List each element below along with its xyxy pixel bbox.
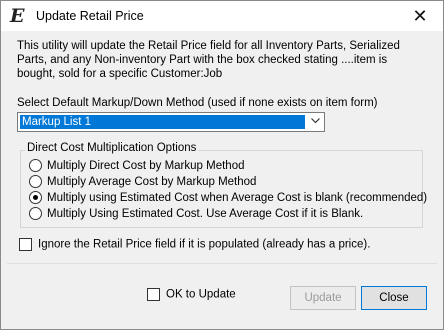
update-button[interactable]: Update [290, 286, 356, 310]
radio-button-icon[interactable] [29, 175, 42, 189]
title-bar: E Update Retail Price ✕ [1, 1, 443, 31]
radio-label: Multiply Direct Cost by Markup Method [47, 160, 245, 172]
radio-button-selected-icon[interactable] [29, 191, 42, 205]
app-logo-icon: E [10, 5, 25, 27]
description-text: This utility will update the Retail Pric… [17, 40, 400, 80]
ok-to-update-checkbox-row[interactable]: OK to Update [147, 288, 236, 301]
radio-button-icon[interactable] [29, 159, 42, 173]
ok-to-update-label: OK to Update [166, 288, 236, 301]
divider [7, 263, 437, 264]
ignore-retail-price-label: Ignore the Retail Price field if it is p… [38, 238, 371, 251]
radio-button-icon[interactable] [29, 207, 42, 221]
checkbox-icon[interactable] [19, 238, 32, 251]
ignore-retail-price-checkbox-row[interactable]: Ignore the Retail Price field if it is p… [19, 238, 370, 251]
radio-label: Multiply Average Cost by Markup Method [47, 176, 257, 188]
radio-label: Multiply Using Estimated Cost. Use Avera… [47, 208, 364, 220]
markup-method-selected: Markup List 1 [20, 115, 305, 129]
chevron-down-icon[interactable] [308, 114, 323, 129]
checkbox-icon[interactable] [147, 288, 160, 301]
markup-method-dropdown[interactable]: Markup List 1 [17, 112, 325, 132]
radio-estimated-use-average[interactable]: Multiply Using Estimated Cost. Use Avera… [29, 207, 363, 221]
radio-label: Multiply using Estimated Cost when Avera… [47, 192, 428, 204]
close-button[interactable]: Close [361, 286, 427, 310]
window-title: Update Retail Price [36, 9, 144, 23]
cost-options-group-title: Direct Cost Multiplication Options [25, 142, 199, 154]
radio-estimated-when-average-blank[interactable]: Multiply using Estimated Cost when Avera… [29, 191, 427, 205]
radio-multiply-average-cost[interactable]: Multiply Average Cost by Markup Method [29, 175, 256, 189]
radio-multiply-direct-cost[interactable]: Multiply Direct Cost by Markup Method [29, 159, 244, 173]
close-window-icon[interactable]: ✕ [397, 1, 443, 31]
dialog-window: E Update Retail Price ✕ This utility wil… [0, 0, 444, 330]
markup-method-label: Select Default Markup/Down Method (used … [17, 97, 378, 109]
